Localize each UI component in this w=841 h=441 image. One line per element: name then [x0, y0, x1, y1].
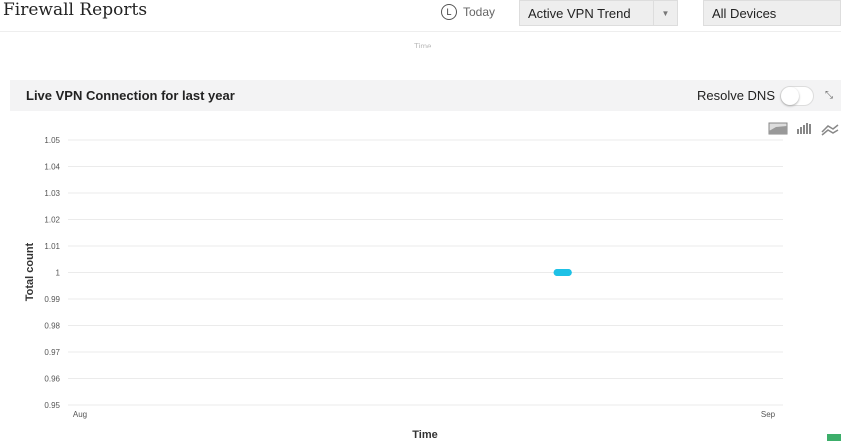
line-chart-icon[interactable]: [821, 124, 839, 136]
y-tick-label: 0.99: [44, 295, 60, 304]
y-tick-label: 0.97: [44, 348, 60, 357]
y-tick-label: 0.98: [44, 322, 60, 331]
y-tick-label: 1.05: [44, 136, 60, 145]
x-axis-title: Time: [412, 429, 437, 441]
y-tick-label: 1.03: [44, 189, 60, 198]
y-tick-label: 0.96: [44, 375, 60, 384]
chart: 0.95 0.96 0.97 0.98 0.99 1 1.01 1.02 1.03 1.04 1.0…: [24, 122, 839, 441]
y-tick-label: 1.04: [44, 163, 60, 172]
y-tick-label: 1: [56, 269, 61, 278]
x-tick-label: Aug: [73, 410, 87, 419]
y-axis-title: Total count: [24, 242, 36, 301]
y-tick-label: 0.95: [44, 401, 60, 410]
y-tick-label: 1.01: [44, 242, 60, 251]
data-point: [564, 269, 572, 276]
status-indicator: [827, 434, 841, 441]
data-point: [553, 269, 561, 276]
x-tick-label: Sep: [761, 410, 776, 419]
y-tick-label: 1.02: [44, 216, 60, 225]
bar-chart-icon[interactable]: [797, 123, 811, 134]
area-chart-icon[interactable]: [768, 122, 788, 135]
